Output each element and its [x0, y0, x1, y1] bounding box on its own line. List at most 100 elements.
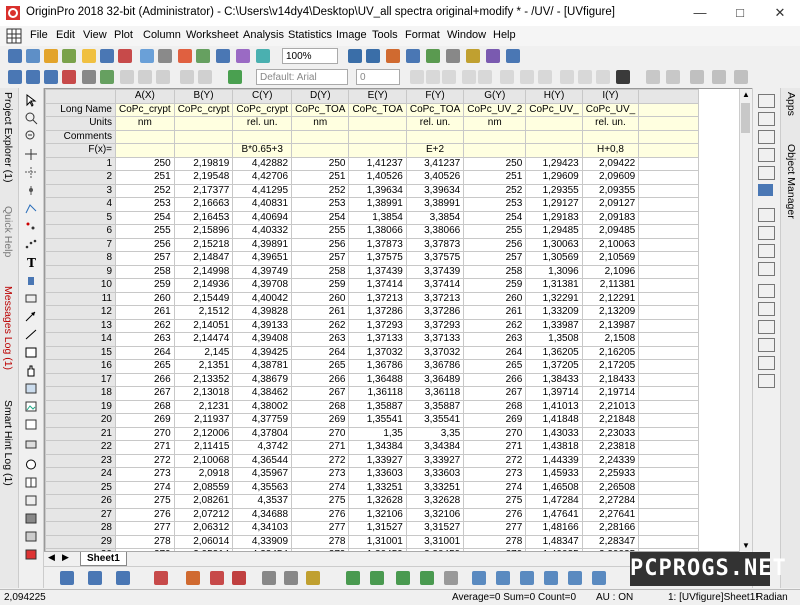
zoom-select[interactable]: 100%	[282, 48, 338, 64]
data-cell[interactable]: 270	[463, 426, 527, 441]
data-cell[interactable]	[638, 534, 700, 549]
data-cell[interactable]: 2,13987	[581, 318, 640, 333]
data-cell[interactable]: 4,40042	[232, 291, 293, 306]
data-cell[interactable]: 1,37213	[348, 291, 407, 306]
data-cell[interactable]: 2,18433	[581, 372, 640, 387]
data-cell[interactable]: 2,13209	[581, 305, 640, 320]
data-cell[interactable]: 265	[291, 359, 350, 374]
data-selector-icon[interactable]	[24, 202, 38, 215]
data-cell[interactable]: 1,29183	[525, 210, 583, 225]
graph-object-icon[interactable]	[24, 418, 38, 431]
data-cell[interactable]: 4,34103	[232, 521, 293, 536]
data-cell[interactable]: 252	[463, 183, 527, 198]
data-cell[interactable]: 4,37759	[232, 413, 293, 428]
align-layers-icon[interactable]	[466, 49, 480, 63]
underline-icon[interactable]	[442, 70, 456, 84]
data-cell[interactable]: 4,38462	[232, 386, 293, 401]
data-cell[interactable]: 251	[291, 170, 350, 185]
line-plot-icon[interactable]	[60, 571, 74, 585]
data-cell[interactable]: 3,37873	[405, 237, 465, 252]
data-cell[interactable]: 268	[291, 399, 350, 414]
data-cell[interactable]: 4,35967	[232, 467, 293, 482]
data-cell[interactable]: 267	[463, 386, 527, 401]
data-cell[interactable]: 4,3742	[232, 440, 293, 455]
data-cell[interactable]	[638, 278, 700, 293]
data-cell[interactable]: 3,37439	[405, 264, 465, 279]
data-cell[interactable]: 3,39634	[405, 183, 465, 198]
data-cell[interactable]: 264	[463, 345, 527, 360]
data-cell[interactable]	[638, 345, 700, 360]
statistics-plot-icon[interactable]	[210, 571, 224, 585]
data-cell[interactable]	[638, 332, 700, 347]
data-cell[interactable]: 1,37032	[348, 345, 407, 360]
data-cell[interactable]: 2,09355	[581, 183, 640, 198]
data-cell[interactable]: 3,3854	[405, 210, 465, 225]
data-cell[interactable]: 267	[291, 386, 350, 401]
menu-file[interactable]: File	[30, 29, 48, 41]
data-cell[interactable]: 1,45933	[525, 467, 583, 482]
data-reader-icon[interactable]	[24, 184, 38, 197]
data-cell[interactable]: 1,32106	[348, 507, 407, 522]
fill-color-icon[interactable]	[690, 70, 704, 84]
data-cell[interactable]: 270	[291, 426, 350, 441]
data-cell[interactable]: 269	[463, 413, 527, 428]
data-cell[interactable]: 272	[291, 453, 350, 468]
worksheet-icon[interactable]	[6, 28, 22, 44]
column-header[interactable]: A(X)	[115, 89, 175, 104]
circle-tool-icon[interactable]	[24, 458, 38, 471]
smart-hint-log-tab[interactable]: Smart Hint Log (1)	[2, 400, 14, 486]
run-icon[interactable]	[758, 184, 773, 196]
stats-icon[interactable]	[758, 244, 775, 258]
data-cell[interactable]: 276	[463, 507, 527, 522]
data-cell[interactable]	[638, 467, 700, 482]
data-cell[interactable]: 2,16663	[173, 197, 234, 212]
refresh-icon[interactable]	[196, 49, 210, 63]
layer-icon[interactable]	[348, 49, 362, 63]
data-cell[interactable]: 4,41295	[232, 183, 293, 198]
pointer-icon[interactable]	[24, 94, 38, 107]
data-cell[interactable]: 1,38991	[348, 197, 407, 212]
vertical-scrollbar[interactable]: ▲ ▼	[739, 89, 752, 552]
scroll-up-icon[interactable]: ▲	[740, 89, 752, 101]
data-cell[interactable]	[638, 305, 700, 320]
data-cell[interactable]: 1,47641	[525, 507, 583, 522]
data-cell[interactable]: 2,1096	[581, 264, 640, 279]
data-cell[interactable]: 2,09422	[581, 156, 640, 171]
graph-tool-icon[interactable]	[758, 302, 775, 316]
metadata-cell[interactable]: nm	[291, 116, 350, 131]
metadata-cell[interactable]	[525, 129, 583, 144]
data-cell[interactable]: 2,21848	[581, 413, 640, 428]
data-cell[interactable]: 1,33603	[348, 467, 407, 482]
center-align-icon[interactable]	[578, 70, 592, 84]
metadata-cell[interactable]: rel. un.	[405, 116, 465, 131]
data-cell[interactable]: 263	[115, 332, 175, 347]
data-cell[interactable]: 2,09183	[581, 210, 640, 225]
data-cell[interactable]	[638, 224, 700, 239]
metadata-cell[interactable]: B*0.65+3	[232, 143, 293, 158]
metadata-cell[interactable]	[173, 143, 234, 158]
annotation-icon[interactable]	[24, 292, 38, 305]
font-color-icon[interactable]	[616, 70, 630, 84]
sheet-nav-right-icon[interactable]: ▶	[62, 552, 69, 563]
data-cell[interactable]: 2,19819	[173, 156, 234, 171]
save-icon[interactable]	[100, 49, 114, 63]
scale-icon[interactable]	[24, 148, 38, 161]
duplicate-icon[interactable]	[216, 49, 230, 63]
data-cell[interactable]: 271	[463, 440, 527, 455]
data-cell[interactable]: 2,12006	[173, 426, 234, 441]
sheet-tab[interactable]: Sheet1	[80, 552, 127, 566]
data-cell[interactable]: 250	[115, 156, 175, 171]
metadata-cell[interactable]	[525, 116, 583, 131]
align-top-icon[interactable]	[758, 94, 775, 108]
data-cell[interactable]: 1,35887	[348, 399, 407, 414]
metadata-cell[interactable]: nm	[463, 116, 527, 131]
data-cell[interactable]: 2,0918	[173, 467, 234, 482]
data-cell[interactable]: 270	[115, 426, 175, 441]
data-cell[interactable]: 2,24339	[581, 453, 640, 468]
data-cell[interactable]: 3,37286	[405, 305, 465, 320]
data-cell[interactable]: 1,31381	[525, 278, 583, 293]
data-cell[interactable]: 2,11381	[581, 278, 640, 293]
row-number[interactable]: 19	[45, 399, 116, 414]
data-cell[interactable]: 257	[463, 251, 527, 266]
increase-font-icon[interactable]	[520, 70, 534, 84]
